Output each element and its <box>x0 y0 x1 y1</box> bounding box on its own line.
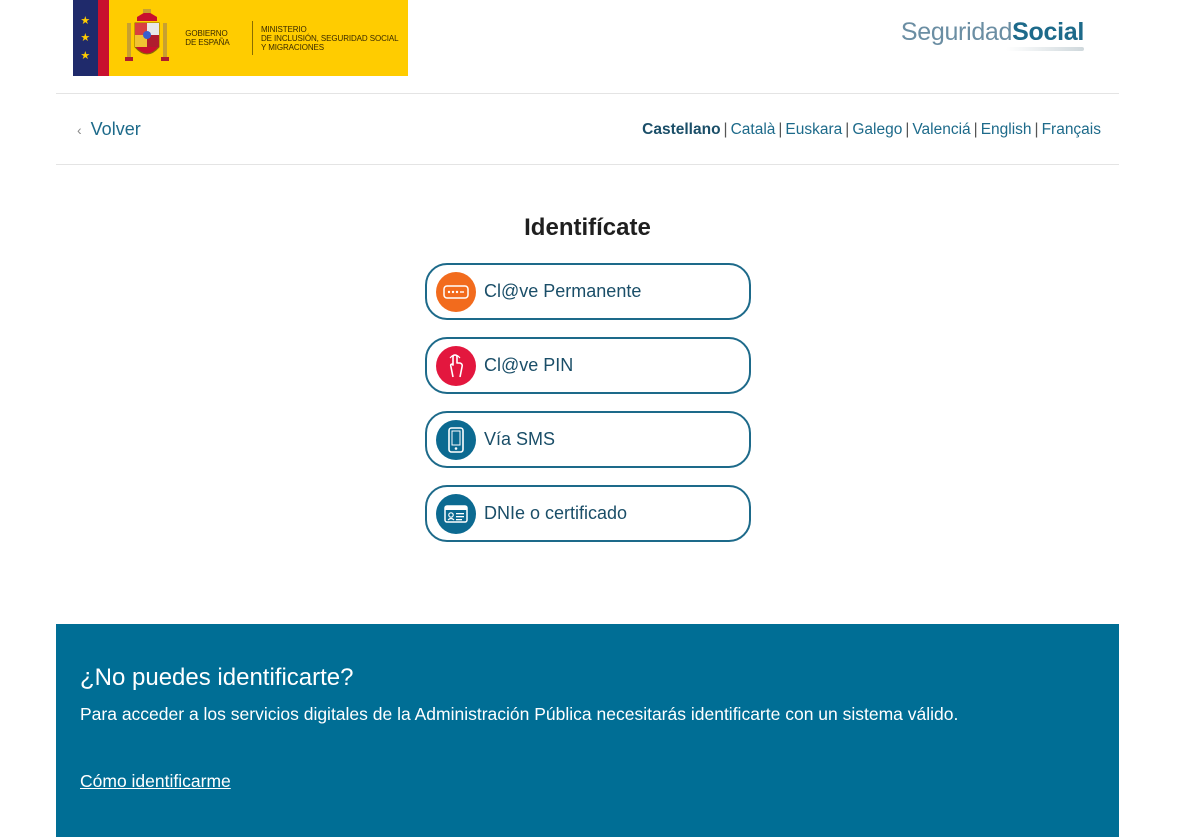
option-label: Cl@ve PIN <box>484 355 574 375</box>
option-label: Vía SMS <box>484 429 556 449</box>
language-link-galego[interactable]: Galego <box>852 121 902 139</box>
language-separator: | <box>905 121 910 138</box>
language-separator: | <box>778 121 783 138</box>
clave-permanente-button[interactable]: Cl@ve Permanente <box>425 263 751 320</box>
clave-pin-button[interactable]: Cl@ve PIN <box>425 337 751 394</box>
logo-underline <box>1006 47 1084 51</box>
ministry-line3: Y MIGRACIONES <box>260 42 324 52</box>
option-label: Cl@ve Permanente <box>484 281 642 301</box>
seguridad-social-logo[interactable]: SeguridadSocial <box>901 18 1084 47</box>
logo-bold-text: Social <box>1012 18 1084 46</box>
gov-line2: DE ESPAÑA <box>185 38 230 47</box>
language-separator: | <box>1034 121 1039 138</box>
dnie-certificado-button[interactable]: DNIe o certificado <box>425 485 751 542</box>
ministry-label: MINISTERIO DE INCLUSIÓN, SEGURIDAD SOCIA… <box>261 25 408 52</box>
coat-of-arms-icon <box>121 9 173 67</box>
password-field-icon <box>436 271 476 312</box>
language-link-català[interactable]: Català <box>731 121 776 139</box>
language-link-français[interactable]: Français <box>1042 121 1101 139</box>
banner-divider <box>252 21 253 55</box>
page-title: Identifícate <box>524 214 651 241</box>
logo-light-text: Seguridad <box>900 18 1013 46</box>
help-panel: ¿No puedes identificarte? Para acceder a… <box>56 624 1119 837</box>
language-selector: Castellano | Català | Euskara | Galego | Valenci… <box>642 121 1101 139</box>
help-title: ¿No puedes identificarte? <box>80 664 354 691</box>
back-label: Volver <box>90 119 141 139</box>
government-banner: ★ ★ ★ GOBIERNO DE ESPAÑA MINISTERIO DE INC… <box>73 0 408 76</box>
language-separator: | <box>973 121 978 138</box>
hand-tap-icon <box>436 345 476 386</box>
language-link-castellano[interactable]: Castellano <box>642 121 720 139</box>
language-link-valenciá[interactable]: Valenciá <box>912 121 970 139</box>
identification-options: Cl@ve Permanente Cl@ve PIN Vía SMS DNIe … <box>425 263 751 559</box>
mobile-phone-icon <box>436 419 476 460</box>
back-link[interactable]: ‹ Volver <box>77 119 141 140</box>
how-to-identify-link[interactable]: Cómo identificarme <box>80 771 231 791</box>
eu-flag-icon: ★ ★ ★ <box>73 0 98 76</box>
government-label: GOBIERNO DE ESPAÑA <box>185 29 248 47</box>
language-separator: | <box>845 121 850 138</box>
ministry-line2: DE INCLUSIÓN, SEGURIDAD SOCIAL <box>260 33 399 43</box>
help-text: Para acceder a los servicios digitales d… <box>80 704 959 724</box>
option-label: DNIe o certificado <box>484 503 628 523</box>
chevron-left-icon: ‹ <box>77 121 82 138</box>
id-card-icon <box>436 493 476 534</box>
nav-divider <box>56 164 1119 165</box>
language-link-english[interactable]: English <box>981 121 1032 139</box>
spain-flag-strip <box>97 0 110 76</box>
language-link-euskara[interactable]: Euskara <box>785 121 842 139</box>
header-divider <box>56 93 1119 94</box>
gov-line1: GOBIERNO <box>185 29 228 38</box>
language-separator: | <box>723 121 728 138</box>
ministry-line1: MINISTERIO <box>260 24 307 34</box>
via-sms-button[interactable]: Vía SMS <box>425 411 751 468</box>
